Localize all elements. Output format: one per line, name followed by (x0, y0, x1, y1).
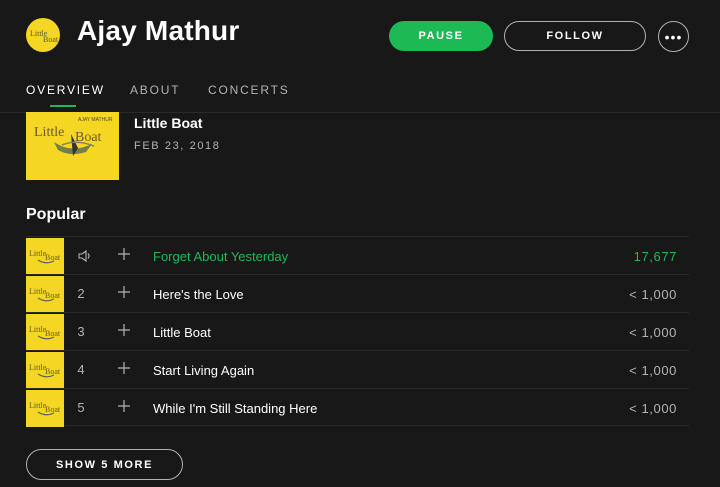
track-plays: < 1,000 (629, 325, 677, 340)
more-icon: ••• (664, 28, 683, 45)
popular-track-list: Little Boat Forget About Yesterday 17,67… (26, 236, 689, 427)
svg-text:Boat: Boat (45, 367, 61, 376)
track-thumbnail: Little Boat (26, 238, 64, 275)
track-thumbnail: Little Boat (26, 390, 64, 427)
track-title: Start Living Again (153, 363, 255, 378)
svg-text:Boat: Boat (45, 329, 61, 338)
track-plays: < 1,000 (629, 363, 677, 378)
artist-name: Ajay Mathur (77, 15, 240, 46)
track-title: Here's the Love (153, 287, 244, 302)
track-plays: 17,677 (633, 249, 677, 264)
track-number: 3 (77, 324, 85, 339)
plus-icon[interactable] (117, 399, 131, 413)
cover-artist-text: AJAY MATHUR (78, 117, 113, 123)
svg-text:Boat: Boat (45, 253, 61, 262)
speaker-icon[interactable] (77, 249, 93, 263)
album-cover[interactable]: AJAY MATHUR Little Boat (26, 112, 119, 180)
popular-heading: Popular (26, 206, 86, 223)
album-title[interactable]: Little Boat (134, 115, 202, 131)
avatar-art: Little Boat (30, 29, 59, 44)
track-row[interactable]: Little Boat 4 Start Living Again < 1,000 (26, 350, 689, 389)
track-title: While I'm Still Standing Here (153, 401, 318, 416)
track-thumbnail: Little Boat (26, 352, 64, 389)
svg-text:Boat: Boat (43, 35, 59, 44)
tab-overview[interactable]: OVERVIEW (26, 83, 105, 97)
pause-button[interactable]: PAUSE (389, 21, 493, 51)
svg-text:Boat: Boat (45, 291, 61, 300)
artist-header: Little Boat Ajay Mathur PAUSE FOLLOW ••• (0, 0, 720, 72)
track-number: 5 (77, 400, 85, 415)
album-date: FEB 23, 2018 (134, 140, 221, 152)
plus-icon[interactable] (117, 323, 131, 337)
track-title: Forget About Yesterday (153, 249, 289, 264)
more-options-button[interactable]: ••• (658, 21, 689, 52)
track-row[interactable]: Little Boat 3 Little Boat < 1,000 (26, 312, 689, 351)
plus-icon[interactable] (117, 361, 131, 375)
track-plays: < 1,000 (629, 401, 677, 416)
track-thumbnail: Little Boat (26, 314, 64, 351)
track-number: 4 (77, 362, 85, 377)
album-art: AJAY MATHUR Little Boat (34, 117, 113, 156)
track-number: 2 (77, 286, 85, 301)
track-thumbnail: Little Boat (26, 276, 64, 313)
active-tab-indicator (50, 105, 76, 107)
follow-button[interactable]: FOLLOW (504, 21, 646, 51)
track-row[interactable]: Little Boat Forget About Yesterday 17,67… (26, 236, 689, 275)
track-row[interactable]: Little Boat 5 While I'm Still Standing H… (26, 388, 689, 427)
plus-icon[interactable] (117, 285, 131, 299)
track-row[interactable]: Little Boat 2 Here's the Love < 1,000 (26, 274, 689, 313)
svg-text:Boat: Boat (45, 405, 61, 414)
show-more-button[interactable]: SHOW 5 MORE (26, 449, 183, 480)
track-plays: < 1,000 (629, 287, 677, 302)
artist-tabs: OVERVIEW ABOUT CONCERTS (0, 72, 720, 113)
tab-about[interactable]: ABOUT (130, 83, 180, 97)
artist-avatar[interactable]: Little Boat (26, 18, 60, 52)
plus-icon[interactable] (117, 247, 131, 261)
tab-concerts[interactable]: CONCERTS (208, 83, 290, 97)
track-title: Little Boat (153, 325, 211, 340)
cover-title-text-1: Little (34, 125, 64, 140)
